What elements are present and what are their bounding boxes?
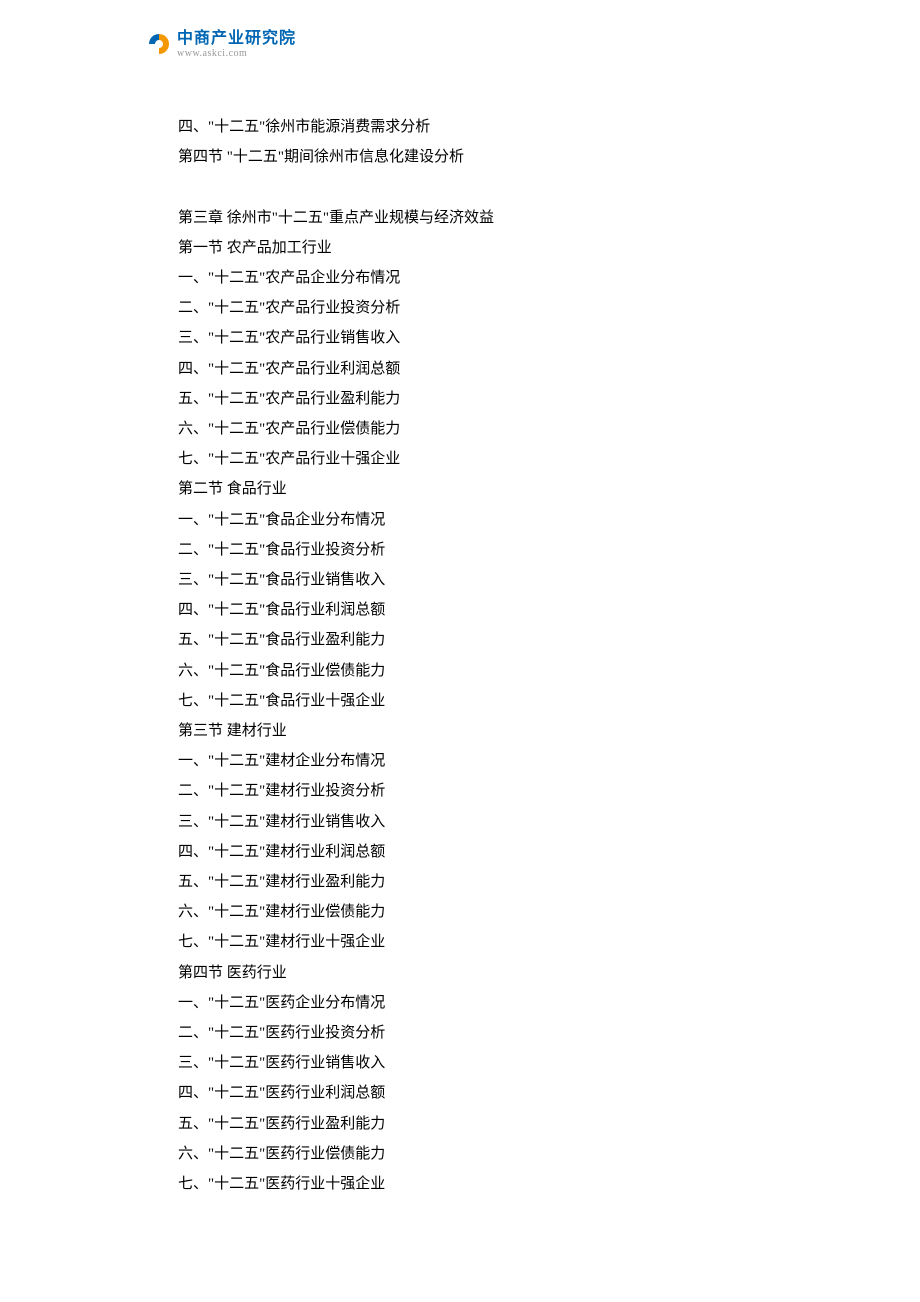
toc-line: 第二节 食品行业 [178, 474, 778, 504]
toc-line: 第三节 建材行业 [178, 716, 778, 746]
toc-line: 三、"十二五"食品行业销售收入 [178, 565, 778, 595]
toc-line: 第四节 医药行业 [178, 958, 778, 988]
toc-line: 五、"十二五"农产品行业盈利能力 [178, 384, 778, 414]
toc-line: 第三章 徐州市"十二五"重点产业规模与经济效益 [178, 203, 778, 233]
toc-line: 五、"十二五"医药行业盈利能力 [178, 1109, 778, 1139]
toc-line: 四、"十二五"农产品行业利润总额 [178, 354, 778, 384]
toc-line: 三、"十二五"医药行业销售收入 [178, 1048, 778, 1078]
toc-line: 一、"十二五"食品企业分布情况 [178, 505, 778, 535]
toc-line: 一、"十二五"医药企业分布情况 [178, 988, 778, 1018]
toc-line: 七、"十二五"农产品行业十强企业 [178, 444, 778, 474]
toc-line: 五、"十二五"建材行业盈利能力 [178, 867, 778, 897]
toc-line: 五、"十二五"食品行业盈利能力 [178, 625, 778, 655]
logo-chinese-name: 中商产业研究院 [177, 30, 296, 48]
toc-line: 四、"十二五"食品行业利润总额 [178, 595, 778, 625]
toc-line: 三、"十二五"建材行业销售收入 [178, 807, 778, 837]
toc-line: 第一节 农产品加工行业 [178, 233, 778, 263]
logo-text: 中商产业研究院 www.askci.com [177, 30, 296, 59]
toc-line: 第四节 "十二五"期间徐州市信息化建设分析 [178, 142, 778, 172]
blank-line [178, 172, 778, 202]
toc-line: 六、"十二五"农产品行业偿债能力 [178, 414, 778, 444]
toc-line: 六、"十二五"医药行业偿债能力 [178, 1139, 778, 1169]
toc-line: 二、"十二五"医药行业投资分析 [178, 1018, 778, 1048]
toc-line: 七、"十二五"食品行业十强企业 [178, 686, 778, 716]
toc-line: 二、"十二五"食品行业投资分析 [178, 535, 778, 565]
toc-line: 六、"十二五"食品行业偿债能力 [178, 656, 778, 686]
toc-line: 七、"十二五"医药行业十强企业 [178, 1169, 778, 1199]
toc-line: 四、"十二五"徐州市能源消费需求分析 [178, 112, 778, 142]
toc-line: 四、"十二五"医药行业利润总额 [178, 1078, 778, 1108]
logo-icon [145, 30, 173, 58]
toc-line: 二、"十二五"农产品行业投资分析 [178, 293, 778, 323]
toc-line: 一、"十二五"建材企业分布情况 [178, 746, 778, 776]
document-body: 四、"十二五"徐州市能源消费需求分析第四节 "十二五"期间徐州市信息化建设分析第… [178, 112, 778, 1199]
toc-line: 七、"十二五"建材行业十强企业 [178, 927, 778, 957]
toc-line: 二、"十二五"建材行业投资分析 [178, 776, 778, 806]
toc-line: 一、"十二五"农产品企业分布情况 [178, 263, 778, 293]
toc-line: 六、"十二五"建材行业偿债能力 [178, 897, 778, 927]
toc-line: 四、"十二五"建材行业利润总额 [178, 837, 778, 867]
logo-url: www.askci.com [177, 48, 296, 59]
logo-area: 中商产业研究院 www.askci.com [145, 30, 296, 59]
toc-line: 三、"十二五"农产品行业销售收入 [178, 323, 778, 353]
